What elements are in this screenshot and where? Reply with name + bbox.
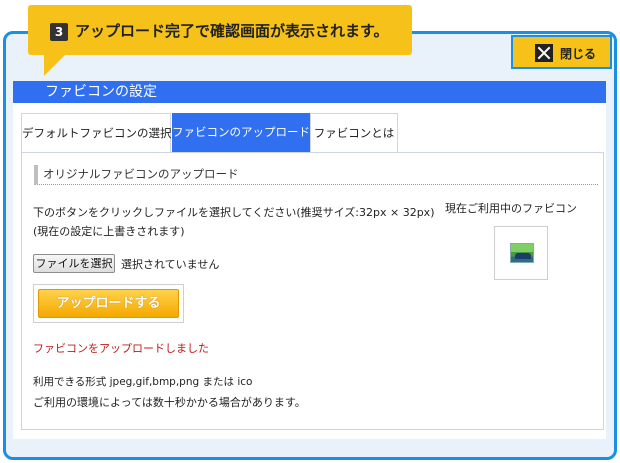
settings-panel: デフォルトファビコンの選択 ファビコンのアップロード ファビコンとは オリジナル… bbox=[13, 103, 606, 439]
upload-content: オリジナルファビコンのアップロード 下のボタンをクリックしファイルを選択してくだ… bbox=[21, 152, 604, 430]
car-shape bbox=[515, 253, 531, 259]
tab-default-favicon[interactable]: デフォルトファビコンの選択 bbox=[21, 113, 172, 153]
upload-instructions: 下のボタンをクリックしファイルを選択してください(推奨サイズ:32px × 32… bbox=[33, 203, 435, 241]
favicon-car-icon bbox=[510, 243, 534, 263]
dialog-title: ファビコンの設定 bbox=[13, 81, 606, 103]
instruction-line-2: (現在の設定に上書きされます) bbox=[33, 225, 185, 238]
supported-formats-text: 利用できる形式 jpeg,gif,bmp,png または ico bbox=[33, 376, 253, 388]
callout-tail bbox=[44, 54, 66, 76]
current-favicon-label: 現在ご利用中のファビコン bbox=[445, 202, 577, 215]
choose-file-button[interactable]: ファイルを選択 bbox=[33, 254, 115, 273]
section-title: オリジナルファビコンのアップロード bbox=[34, 165, 598, 185]
close-icon bbox=[535, 44, 553, 62]
instruction-line-1: 下のボタンをクリックしファイルを選択してください(推奨サイズ:32px × 32… bbox=[33, 206, 435, 219]
upload-button[interactable]: アップロードする bbox=[38, 289, 179, 318]
callout-text: アップロード完了で確認画面が表示されます。 bbox=[75, 22, 389, 40]
tab-favicon-upload[interactable]: ファビコンのアップロード bbox=[172, 113, 310, 153]
step-callout: 3 アップロード完了で確認画面が表示されます。 bbox=[28, 5, 412, 55]
upload-button-container: アップロードする bbox=[33, 284, 184, 323]
file-status-text: 選択されていません bbox=[121, 258, 220, 271]
tab-about-favicon[interactable]: ファビコンとは bbox=[310, 113, 398, 153]
step-number-badge: 3 bbox=[50, 23, 68, 41]
current-favicon-preview bbox=[494, 226, 548, 280]
upload-time-note: ご利用の環境によっては数十秒かかる場合があります。 bbox=[33, 396, 306, 409]
upload-success-message: ファビコンをアップロードしました bbox=[33, 342, 209, 355]
close-button-label: 閉じる bbox=[560, 47, 597, 61]
close-button[interactable]: 閉じる bbox=[511, 35, 612, 69]
